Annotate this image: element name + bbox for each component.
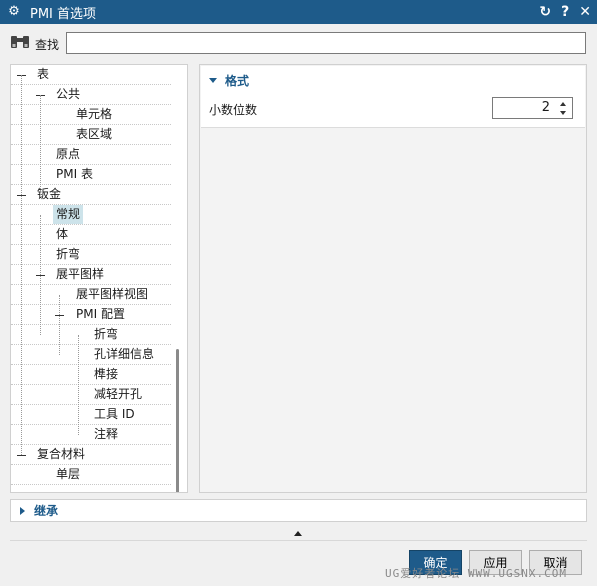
format-group-title: 格式 (225, 74, 250, 88)
close-icon[interactable]: ✕ (579, 5, 591, 19)
spinner-up-icon[interactable] (560, 102, 566, 106)
tree-guide-line (21, 75, 22, 455)
tree-item[interactable]: 单元格 (11, 105, 171, 125)
tree-item-label: 展平图样 (56, 267, 105, 281)
binoculars-icon (11, 36, 29, 48)
spinner-down-icon[interactable] (560, 111, 566, 115)
title-bar: ⚙ PMI 首选项 ↻ ? ✕ (0, 0, 597, 24)
tree-item-label: 表区域 (76, 127, 113, 141)
tree-item-label: 复合材料 (37, 447, 86, 461)
tree-item[interactable]: 钣金 (11, 185, 171, 205)
chevron-down-icon (209, 78, 217, 83)
tree-item-label: 钣金 (37, 187, 62, 201)
tree-item-label: 原点 (56, 147, 81, 161)
tree-item[interactable]: 工具 ID (11, 405, 171, 425)
window-title: PMI 首选项 (30, 6, 97, 22)
tree-item[interactable]: 折弯 (11, 325, 171, 345)
tree-item[interactable]: 榫接 (11, 365, 171, 385)
format-group: 格式 小数位数 2 (201, 66, 585, 128)
tree-item[interactable]: PMI 表 (11, 165, 171, 185)
tree-item[interactable]: 孔详细信息 (11, 345, 171, 365)
watermark: UG爱好者论坛 WWW.UGSNX.COM (385, 567, 567, 580)
tree-item-label: 公共 (56, 87, 81, 101)
tree-item[interactable]: 体 (11, 225, 171, 245)
inherit-group-title: 继承 (34, 504, 59, 518)
tree-item[interactable]: 表 (11, 65, 171, 85)
inherit-group[interactable]: 继承 (10, 499, 587, 522)
decimal-places-value: 2 (541, 100, 550, 115)
tree-item[interactable]: PMI 配置 (11, 305, 171, 325)
reset-icon[interactable]: ↻ (539, 5, 551, 19)
decimal-places-label: 小数位数 (209, 103, 258, 117)
decimal-places-spinner[interactable]: 2 (492, 97, 573, 119)
tree-item[interactable]: 表区域 (11, 125, 171, 145)
tree-item[interactable]: 减轻开孔 (11, 385, 171, 405)
tree-item[interactable]: 复合材料 (11, 445, 171, 465)
chevron-right-icon (20, 506, 25, 515)
collapse-toggle-icon[interactable] (17, 455, 26, 456)
tree-item-label: 展平图样视图 (76, 287, 149, 301)
help-icon[interactable]: ? (561, 5, 569, 19)
spinner-arrows[interactable] (560, 101, 568, 117)
tree-item-label: PMI 表 (56, 167, 93, 181)
settings-panel: 格式 小数位数 2 (199, 64, 587, 493)
tree-item-label: 单层 (56, 467, 81, 481)
collapse-up-icon[interactable] (294, 531, 302, 536)
tree-item-label: 孔详细信息 (94, 347, 155, 361)
tree-guide-line (40, 215, 41, 335)
divider (10, 540, 587, 541)
tree-item-label: 工具 ID (94, 407, 135, 421)
tree-item-label: 折弯 (56, 247, 81, 261)
search-row: 查找 (0, 28, 597, 58)
tree-item[interactable]: 展平图样 (11, 265, 171, 285)
find-label: 查找 (35, 38, 60, 52)
tree-item-label: 注释 (94, 427, 119, 441)
tree-guide-line (40, 95, 41, 195)
tree-guide-line (59, 295, 60, 355)
tree-item[interactable]: 注释 (11, 425, 171, 445)
tree-item[interactable]: 常规 (11, 205, 171, 225)
format-group-header[interactable]: 格式 (209, 72, 249, 89)
title-bar-buttons: ↻ ? ✕ (539, 0, 591, 24)
tree-item-label: 单元格 (76, 107, 113, 121)
tree-item-label: 折弯 (94, 327, 119, 341)
tree-item-label: 榫接 (94, 367, 119, 381)
tree-item[interactable]: 展平图样视图 (11, 285, 171, 305)
tree-item-label: 体 (56, 227, 69, 241)
tree-item-label: 常规 (53, 205, 84, 224)
search-input[interactable] (66, 32, 586, 54)
preferences-tree: 表公共 单元格 表区域 原点 PMI 表钣金 常规体折弯 展平图样 展平图样视图 PMI 配置折… (10, 64, 188, 493)
tree-guide-line (78, 335, 79, 435)
tree-item[interactable]: 折弯 (11, 245, 171, 265)
tree-item-label: 减轻开孔 (94, 387, 143, 401)
tree-scrollbar[interactable] (176, 349, 179, 492)
tree-item[interactable]: 单层 (11, 465, 171, 485)
gear-icon: ⚙ (8, 4, 20, 19)
tree-item-label: 表 (37, 67, 50, 81)
tree-item[interactable]: 公共 (11, 85, 171, 105)
tree-item-label: PMI 配置 (76, 307, 125, 321)
tree-item[interactable]: 原点 (11, 145, 171, 165)
